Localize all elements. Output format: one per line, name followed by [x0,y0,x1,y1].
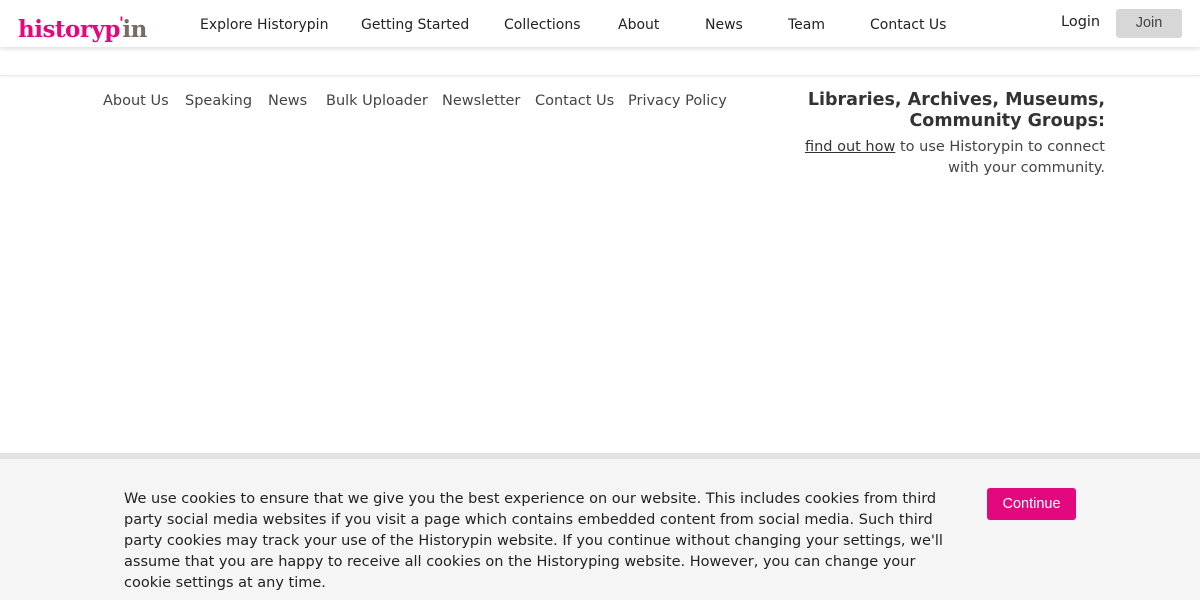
footer-link-privacy-policy[interactable]: Privacy Policy [628,91,727,111]
footer-link-bulk-uploader[interactable]: Bulk Uploader [326,91,428,111]
nav-news[interactable]: News [705,15,743,35]
join-button[interactable]: Join [1116,9,1182,38]
cookie-continue-button[interactable]: Continue [987,488,1076,520]
header-subband [0,47,1200,76]
site-header: historyp'in Explore Historypin Getting S… [0,0,1200,47]
cta-text: find out how to use Historypin to connec… [775,137,1105,179]
nav-explore-historypin[interactable]: Explore Historypin [200,15,328,35]
nav-collections[interactable]: Collections [504,15,581,35]
login-link[interactable]: Login [1061,12,1100,32]
logo-text-main: history [18,16,105,43]
footer-link-contact-us[interactable]: Contact Us [535,91,614,111]
footer-link-newsletter[interactable]: Newsletter [442,91,520,111]
nav-contact-us[interactable]: Contact Us [870,15,946,35]
nav-about[interactable]: About [618,15,659,35]
institutions-cta: Libraries, Archives, Museums, Community … [775,90,1105,179]
nav-team[interactable]: Team [788,15,825,35]
cta-heading: Libraries, Archives, Museums, Community … [807,90,1105,131]
nav-getting-started[interactable]: Getting Started [361,15,469,35]
logo-text-tail: in [122,16,147,43]
footer-link-about-us[interactable]: About Us [103,91,169,111]
footer-link-news[interactable]: News [268,91,307,111]
historypin-logo[interactable]: historyp'in [18,6,147,43]
find-out-how-link[interactable]: find out how [805,139,895,155]
footer-link-speaking[interactable]: Speaking [185,91,252,111]
cookie-message: We use cookies to ensure that we give yo… [124,491,943,591]
cookie-banner: We use cookies to ensure that we give yo… [0,453,1200,600]
cta-body-text: to use Historypin to connect with your c… [895,139,1105,176]
logo-text-mark: p [104,16,120,43]
